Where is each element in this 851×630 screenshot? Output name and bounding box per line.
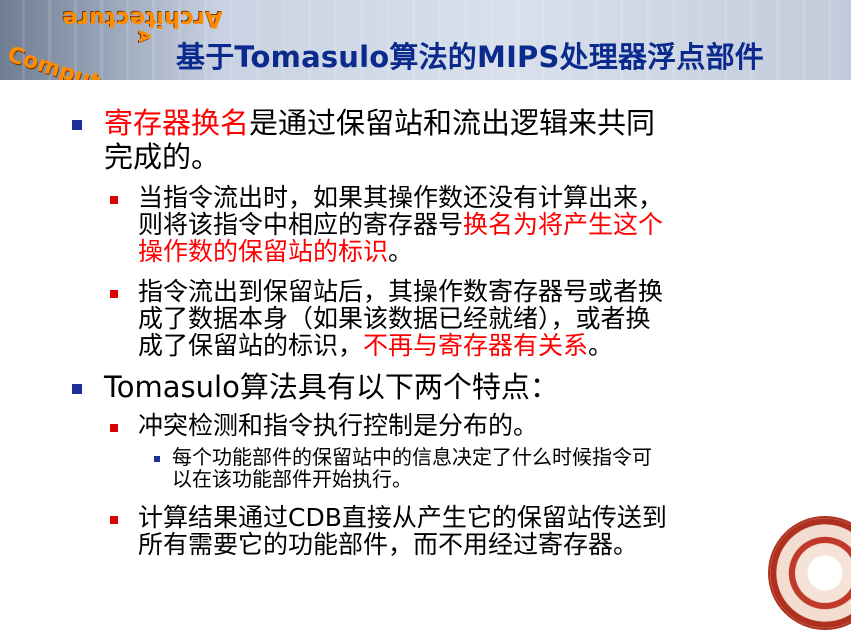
sub-bullet-text-part: 当指令流出时，如果其操作数还没有计算出来，	[138, 183, 664, 212]
sub-bullet-text-part: 指令流出到保留站后，其操作数寄存器号或者换	[138, 277, 664, 306]
sub-bullet-text-part: 计算结果通过CDB直接从产生它的保留站传送到	[138, 503, 667, 532]
logo-text-right: A	[135, 30, 154, 43]
square-bullet-icon	[110, 196, 118, 204]
sub-bullet-text-part: 。	[588, 331, 614, 360]
square-bullet-icon	[110, 290, 118, 298]
sub-bullet-text-part: 则将该指令中相应的寄存器号	[138, 210, 464, 239]
sub-bullet-text-part: 。	[388, 237, 414, 266]
sub-sub-bullet-text-part: 以在该功能部件开始执行。	[172, 467, 412, 491]
sub-bullet-text: 当指令流出时，如果其操作数还没有计算出来， 则将该指令中相应的寄存器号换名为将产…	[138, 184, 788, 265]
sub-bullet-text-part: 成了数据本身（如果该数据已经就绪），或者换	[138, 304, 651, 333]
square-bullet-icon	[110, 424, 118, 432]
sub-sub-bullet-text: 每个功能部件的保留站中的信息决定了什么时候指令可 以在该功能部件开始执行。	[172, 446, 792, 490]
emphasis-text: 换名为将产生这个	[463, 210, 664, 239]
emphasis-text: 不再与寄存器有关系	[363, 331, 589, 360]
slide-title: 基于Tomasulo算法的MIPS处理器浮点部件	[176, 40, 765, 74]
sub-bullet-text-part: 成了保留站的标识，	[138, 331, 364, 360]
square-bullet-icon	[72, 120, 82, 130]
sub-sub-bullet-text-part: 每个功能部件的保留站中的信息决定了什么时候指令可	[172, 445, 652, 469]
bullet-text: 寄存器换名是通过保留站和流出逻辑来共同 完成的。	[104, 106, 784, 174]
sub-bullet-text: 冲突检测和指令执行控制是分布的。	[138, 411, 539, 440]
logo-text-top: Architecture	[62, 6, 223, 31]
bullet-text-part: 完成的。	[104, 140, 221, 174]
emphasis-text: 寄存器换名	[104, 106, 250, 140]
sub-bullet-text: 指令流出到保留站后，其操作数寄存器号或者换 成了数据本身（如果该数据已经就绪），…	[138, 278, 788, 359]
logo-text-left: Computer	[4, 42, 128, 80]
slide-header: Architecture A Computer 基于Tomasulo算法的MIP…	[0, 0, 851, 80]
computer-architecture-logo: Architecture A Computer	[4, 4, 222, 80]
bullet-text-part: 是通过保留站和流出逻辑来共同	[249, 106, 656, 140]
sub-bullet-text: 计算结果通过CDB直接从产生它的保留站传送到 所有需要它的功能部件，而不用经过寄…	[138, 504, 788, 558]
sub-bullet-text-part: 所有需要它的功能部件，而不用经过寄存器。	[138, 530, 639, 559]
bullet-text: Tomasulo算法具有以下两个特点：	[104, 370, 559, 404]
square-bullet-icon	[72, 384, 82, 394]
square-bullet-icon	[154, 456, 160, 462]
emphasis-text: 操作数的保留站的标识	[138, 237, 389, 266]
square-bullet-icon	[110, 516, 118, 524]
